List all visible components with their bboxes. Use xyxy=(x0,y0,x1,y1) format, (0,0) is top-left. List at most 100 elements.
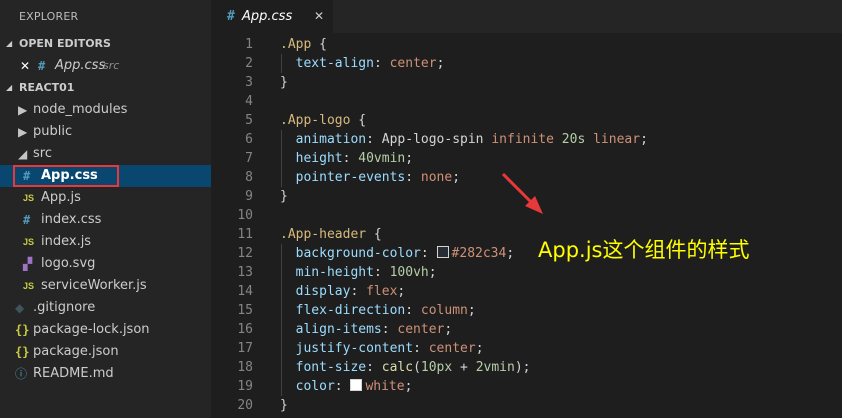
code-token: ( xyxy=(413,360,421,375)
chevron-right-icon: ▶ xyxy=(18,103,28,117)
code-line: 3} xyxy=(211,73,842,92)
file-label: public xyxy=(33,124,73,139)
code-line: 20} xyxy=(211,396,842,415)
code-line: 7 height: 40vmin; xyxy=(211,149,842,168)
chevron-down-icon: ◢ xyxy=(18,147,28,161)
folder-item[interactable]: ▶ public xyxy=(0,121,211,143)
code-token: : xyxy=(350,284,367,299)
code-token: infinite xyxy=(491,132,554,147)
code-token: center xyxy=(389,56,437,71)
open-editor-label: App.css xyxy=(55,58,106,73)
project-header[interactable]: ◢ REACT01 xyxy=(0,77,211,99)
close-icon[interactable]: ✕ xyxy=(20,55,30,77)
line-number: 10 xyxy=(237,208,253,223)
line-number: 17 xyxy=(237,341,253,356)
code-token: + xyxy=(452,360,476,375)
highlight-box xyxy=(13,165,119,187)
file-item[interactable]: ◆ .gitignore xyxy=(0,297,211,319)
code-token: font-size xyxy=(295,360,367,375)
code-token: #282c34 xyxy=(451,246,507,261)
code-text: display: flex; xyxy=(280,282,406,301)
file-label: logo.svg xyxy=(41,256,96,271)
code-text: text-align: center; xyxy=(280,54,445,73)
chevron-down-icon: ◢ xyxy=(6,39,13,48)
close-icon[interactable]: ✕ xyxy=(314,0,324,33)
open-editor-folder: src xyxy=(103,59,120,72)
code-token: : xyxy=(342,151,359,166)
open-editors-header[interactable]: ◢ OPEN EDITORS xyxy=(0,33,211,55)
code-text: justify-content: center; xyxy=(280,339,484,358)
code-line: 1 .App { xyxy=(211,35,842,54)
code-token: { xyxy=(350,113,367,128)
pointer-arrow xyxy=(501,172,543,214)
code-line: 14 display: flex; xyxy=(211,282,842,301)
js-file-icon: JS xyxy=(23,237,35,247)
file-item[interactable]: ⓘ README.md xyxy=(0,363,211,385)
code-token: ; xyxy=(467,303,476,318)
file-item[interactable]: # index.css xyxy=(0,209,211,231)
code-token: ; xyxy=(404,379,413,394)
code-token: : xyxy=(405,303,421,318)
file-label: src xyxy=(33,146,52,161)
color-swatch[interactable] xyxy=(436,246,449,258)
code-text: } xyxy=(280,73,288,92)
code-token: ; xyxy=(475,341,484,356)
code-token: none xyxy=(420,170,453,185)
code-editor[interactable]: 1 .App {2 text-align: center; 3} 4 5 .App-log… xyxy=(211,33,842,418)
code-token: white xyxy=(365,379,405,394)
code-token: } xyxy=(280,189,288,204)
js-file-icon: JS xyxy=(23,281,35,291)
code-token: height xyxy=(295,151,343,166)
code-text: height: 40vmin; xyxy=(280,149,413,168)
code-token: : xyxy=(373,265,390,280)
tab-app-css[interactable]: # App.css ✕ xyxy=(211,0,333,33)
file-label: .gitignore xyxy=(33,300,96,315)
code-token: 2vmin xyxy=(475,360,515,375)
file-item[interactable]: JS index.js xyxy=(0,231,211,253)
line-number: 1 xyxy=(245,37,253,52)
open-editor-item[interactable]: ✕ # App.css src xyxy=(0,55,211,77)
code-token: { xyxy=(311,37,327,52)
code-token: : xyxy=(366,132,382,147)
file-label: package.json xyxy=(33,344,119,359)
code-token: ; xyxy=(640,132,648,147)
code-token: pointer-events xyxy=(295,170,406,185)
code-token: ; xyxy=(436,56,445,71)
json-file-icon: {} xyxy=(15,345,30,359)
code-token: 20s xyxy=(561,132,586,147)
tab-bar: # App.css ✕ xyxy=(211,0,842,33)
color-swatch[interactable] xyxy=(350,379,363,391)
code-token: linear xyxy=(593,132,641,147)
info-file-icon: ⓘ xyxy=(15,367,28,381)
file-item[interactable]: JS App.js xyxy=(0,187,211,209)
file-item[interactable]: {} package-lock.json xyxy=(0,319,211,341)
code-token: 10px xyxy=(420,360,453,375)
line-number: 16 xyxy=(237,322,253,337)
folder-item[interactable]: ▶ node_modules xyxy=(0,99,211,121)
file-item[interactable]: ▞ logo.svg xyxy=(0,253,211,275)
file-item[interactable]: JS serviceWorker.js xyxy=(0,275,211,297)
line-number: 12 xyxy=(237,246,253,261)
code-line: 16 align-items: center; xyxy=(211,320,842,339)
code-token: : xyxy=(366,360,382,375)
file-item[interactable]: {} package.json xyxy=(0,341,211,363)
code-token: center xyxy=(397,322,445,337)
code-token: App-logo-spin xyxy=(381,132,492,147)
code-token: .App xyxy=(280,37,312,52)
project-label: REACT01 xyxy=(19,81,75,94)
code-token: flex-direction xyxy=(295,303,406,318)
folder-item[interactable]: ◢ src xyxy=(0,143,211,165)
code-token: .App-header xyxy=(280,227,367,242)
code-token: display xyxy=(295,284,351,299)
code-text: background-color: #282c34; xyxy=(280,244,514,263)
code-token: ; xyxy=(506,246,515,261)
code-token: justify-content xyxy=(295,341,414,356)
line-number: 18 xyxy=(237,360,253,375)
